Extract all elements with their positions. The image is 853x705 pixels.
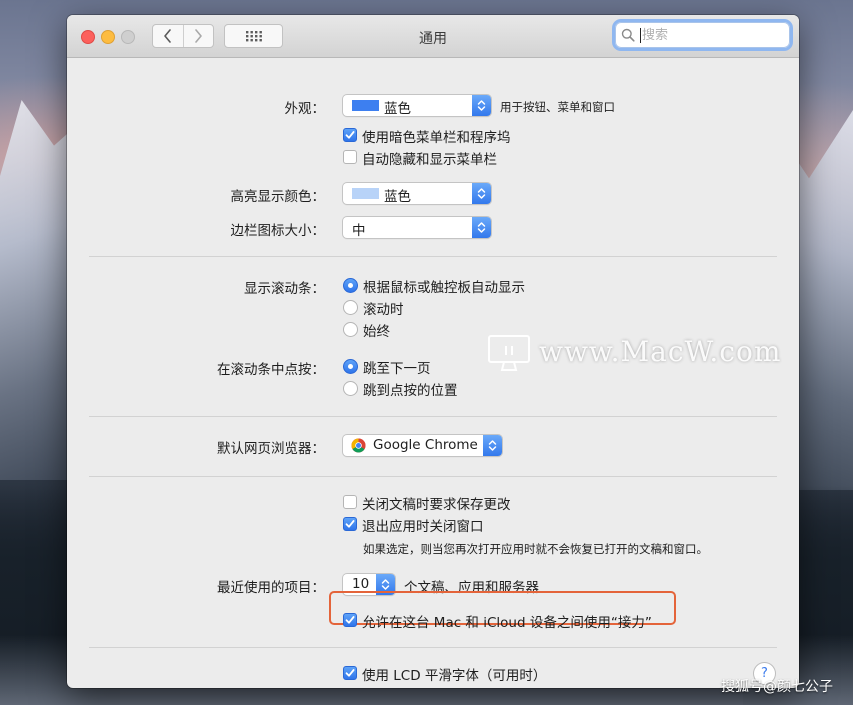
popup-stepper (483, 435, 502, 456)
close-windows-on-quit-checkbox[interactable] (343, 517, 357, 531)
checkmark-icon (345, 669, 355, 677)
chevron-up-down-icon (477, 188, 486, 199)
checkmark-icon (345, 616, 355, 624)
default-browser-popup[interactable]: Google Chrome (343, 435, 502, 456)
lcd-font-smoothing-label[interactable]: 使用 LCD 平滑字体（可用时） (362, 664, 546, 684)
search-field[interactable] (615, 22, 790, 48)
auto-hide-menu-bar-checkbox[interactable] (343, 150, 357, 164)
jump-to-spot-label[interactable]: 跳到点按的位置 (363, 379, 458, 399)
scroll-bars-always-label[interactable]: 始终 (363, 320, 390, 340)
handoff-label[interactable]: 允许在这台 Mac 和 iCloud 设备之间使用“接力” (362, 611, 652, 631)
section-divider (89, 476, 777, 477)
appearance-popup[interactable]: 蓝色 (343, 95, 491, 117)
scroll-bars-when-scrolling-label[interactable]: 滚动时 (363, 298, 404, 318)
scroll-bars-automatic-label[interactable]: 根据鼠标或触控板自动显示 (363, 276, 525, 296)
sidebar-icon-size-popup[interactable]: 中 (343, 217, 491, 239)
title-bar: 通用 (67, 15, 799, 58)
search-input[interactable] (642, 25, 782, 45)
chevron-up-down-icon (488, 440, 497, 451)
macw-logo-icon (488, 335, 530, 371)
recent-items-value: 10 (352, 576, 370, 592)
checkmark-icon (345, 520, 355, 528)
handoff-checkbox[interactable] (343, 613, 357, 627)
scroll-bars-always-radio[interactable] (343, 322, 358, 337)
scroll-bars-automatic-radio[interactable] (343, 278, 358, 293)
highlight-color-swatch (352, 188, 379, 199)
section-divider (89, 416, 777, 417)
dark-menu-bar-label[interactable]: 使用暗色菜单栏和程序坞 (362, 126, 511, 146)
watermark: www.MacW.com (487, 333, 847, 373)
jump-to-spot-radio[interactable] (343, 381, 358, 396)
default-browser-label: 默认网页浏览器： (217, 441, 325, 457)
popup-stepper (472, 95, 491, 116)
ask-keep-changes-label[interactable]: 关闭文稿时要求保存更改 (362, 493, 511, 513)
ask-keep-changes-checkbox[interactable] (343, 495, 357, 509)
lcd-font-smoothing-checkbox[interactable] (343, 666, 357, 680)
highlight-color-value: 蓝色 (384, 189, 411, 205)
scroll-bars-when-scrolling-radio[interactable] (343, 300, 358, 315)
popup-stepper (472, 217, 491, 238)
chevron-up-down-icon (477, 222, 486, 233)
watermark-text: www.MacW.com (539, 335, 782, 368)
auto-hide-menu-bar-label[interactable]: 自动隐藏和显示菜单栏 (362, 148, 497, 168)
recent-items-label: 最近使用的项目： (217, 580, 325, 596)
popup-stepper (472, 183, 491, 204)
appearance-hint: 用于按钮、菜单和窗口 (500, 100, 615, 114)
chevron-up-down-icon (381, 579, 390, 590)
dark-menu-bar-checkbox[interactable] (343, 128, 357, 142)
highlight-color-popup[interactable]: 蓝色 (343, 183, 491, 205)
sidebar-icon-size-label: 边栏图标大小： (230, 223, 326, 239)
appearance-value: 蓝色 (384, 101, 411, 117)
jump-next-page-label[interactable]: 跳至下一页 (363, 357, 431, 377)
search-icon (621, 28, 635, 42)
appearance-label: 外观： (284, 101, 326, 117)
jump-next-page-radio[interactable] (343, 359, 358, 374)
appearance-color-swatch (352, 100, 379, 111)
checkmark-icon (345, 131, 355, 139)
highlight-color-label: 高亮显示颜色： (230, 189, 326, 205)
chevron-up-down-icon (477, 100, 486, 111)
default-browser-value: Google Chrome (373, 437, 478, 453)
close-windows-on-quit-label[interactable]: 退出应用时关闭窗口 (362, 515, 484, 535)
chrome-icon (351, 438, 366, 453)
credit-caption: 搜狐号@颜七公子 (721, 679, 833, 695)
show-scroll-bars-label: 显示滚动条： (244, 281, 325, 297)
click-scroll-bar-label: 在滚动条中点按： (217, 362, 325, 378)
close-windows-note: 如果选定，则当您再次打开应用时就不会恢复已打开的文稿和窗口。 (363, 542, 708, 556)
sidebar-icon-size-value: 中 (352, 223, 366, 239)
section-divider (89, 647, 777, 648)
text-cursor (640, 28, 641, 43)
section-divider (89, 256, 777, 257)
